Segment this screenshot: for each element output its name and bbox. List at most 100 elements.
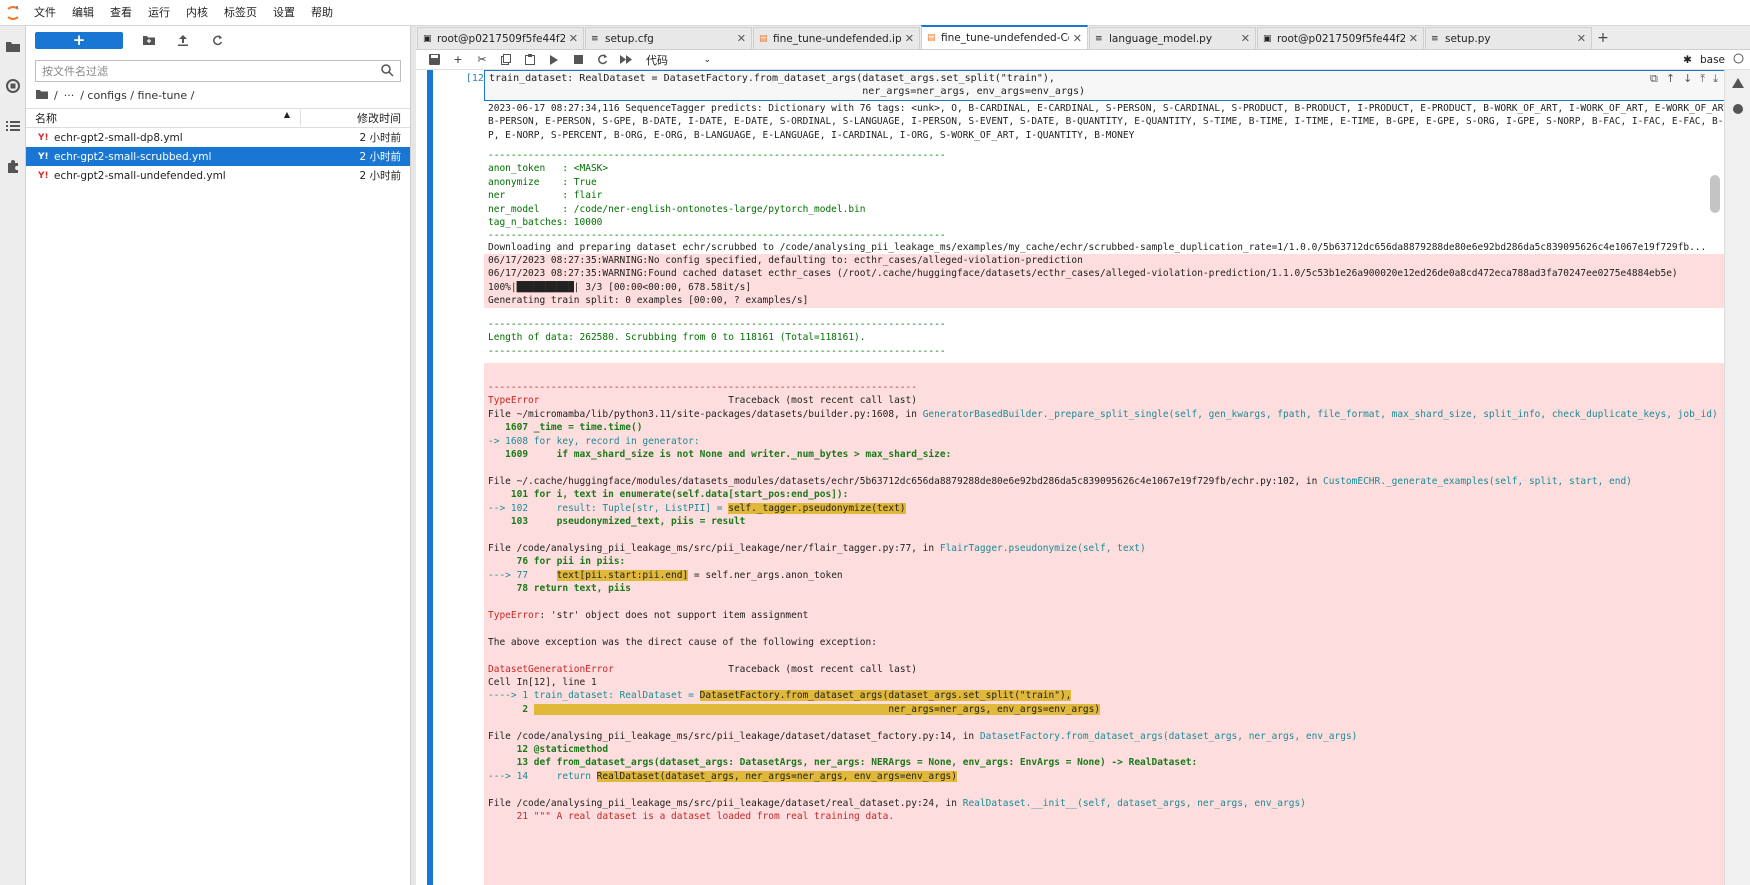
right-sidebar <box>1724 70 1750 885</box>
file-name: echr-gpt2-small-undefended.yml <box>54 169 226 182</box>
sort-by-modified[interactable]: 修改时间 <box>301 110 410 126</box>
menu-settings[interactable]: 设置 <box>265 0 303 26</box>
duplicate-cell-icon[interactable]: ⧉ <box>1650 72 1658 86</box>
close-icon[interactable]: ✕ <box>737 32 746 45</box>
menu-view[interactable]: 查看 <box>102 0 140 26</box>
tab-terminal-1[interactable]: ▣ root@p0217509f5fe44f2ab2l ✕ <box>417 27 584 49</box>
upload-icon[interactable] <box>169 30 197 50</box>
output-stderr: 06/17/2023 08:27:35:WARNING:No config sp… <box>484 254 1746 308</box>
close-icon[interactable]: ✕ <box>1409 32 1418 45</box>
cell-type-value: 代码 <box>646 53 668 67</box>
file-name: echr-gpt2-small-scrubbed.yml <box>54 150 212 163</box>
menu-file[interactable]: 文件 <box>26 0 64 26</box>
menu-help[interactable]: 帮助 <box>303 0 341 26</box>
output-traceback: ----------------------------------------… <box>484 363 1746 885</box>
refresh-icon[interactable] <box>203 30 231 50</box>
search-icon <box>381 64 394 80</box>
bug-icon[interactable]: ✱ <box>1683 54 1692 66</box>
breadcrumb-path[interactable]: / configs / fine-tune / <box>80 89 194 102</box>
file-row-selected[interactable]: Y! echr-gpt2-small-scrubbed.yml 2 小时前 <box>26 147 410 166</box>
tab-notebook-undefended[interactable]: ▤ fine_tune-undefended.ipynb ✕ <box>753 27 920 49</box>
sort-up-icon: ▲ <box>283 110 290 119</box>
running-icon[interactable] <box>0 66 26 106</box>
run-icon[interactable] <box>542 54 566 65</box>
debugger-icon[interactable] <box>1725 96 1750 122</box>
jupyter-logo-icon <box>0 0 26 26</box>
file-browser: + 按文件名过滤 / ··· / configs / fine-tune / 名… <box>26 26 411 885</box>
file-modified: 2 小时前 <box>359 151 401 163</box>
close-icon[interactable]: ✕ <box>569 32 578 45</box>
code-cell-editor[interactable]: train_dataset: RealDataset = DatasetFact… <box>484 70 1746 101</box>
close-icon[interactable]: ✕ <box>1073 32 1082 45</box>
active-cell-indicator[interactable] <box>427 70 433 885</box>
tab-setup-cfg[interactable]: ≡ setup.cfg ✕ <box>585 27 752 49</box>
code-line: ner_args=ner_args, env_args=env_args) <box>489 86 1086 97</box>
file-row[interactable]: Y! echr-gpt2-small-undefended.yml 2 小时前 <box>26 166 410 185</box>
home-folder-icon[interactable] <box>36 89 48 102</box>
code-line: train_dataset: RealDataset = DatasetFact… <box>489 73 1055 84</box>
output-length: ----------------------------------------… <box>488 319 946 357</box>
chevron-down-icon: ⌄ <box>703 54 711 65</box>
kernel-idle-icon <box>1733 53 1744 67</box>
save-icon[interactable] <box>422 54 446 65</box>
close-icon[interactable]: ✕ <box>905 32 914 45</box>
file-icon: ≡ <box>1431 33 1439 44</box>
fast-forward-icon[interactable] <box>614 55 638 64</box>
insert-cell-icon[interactable]: + <box>446 53 470 66</box>
tab-notebook-copy[interactable]: ▤ fine_tune-undefended-Copy ✕ <box>921 25 1088 49</box>
sort-by-name[interactable]: 名称 ▲ <box>26 110 301 126</box>
add-tab-icon[interactable]: + <box>1592 27 1614 49</box>
file-name: echr-gpt2-small-dp8.yml <box>54 131 183 144</box>
file-modified: 2 小时前 <box>359 170 401 182</box>
output-downloading: Downloading and preparing dataset echr/s… <box>488 242 1707 253</box>
insert-above-icon[interactable]: ⤒ <box>1700 72 1705 86</box>
property-inspector-icon[interactable] <box>1725 70 1750 96</box>
cell-type-select[interactable]: 代码 ⌄ <box>646 52 711 68</box>
new-folder-icon[interactable] <box>135 30 163 50</box>
close-icon[interactable]: ✕ <box>1241 32 1250 45</box>
menu-edit[interactable]: 编辑 <box>64 0 102 26</box>
move-down-icon[interactable]: ↓ <box>1683 72 1692 86</box>
menu-tabs[interactable]: 标签页 <box>216 0 265 26</box>
notebook-body: [12]: train_dataset: RealDataset = Datas… <box>416 70 1750 885</box>
file-list-header: 名称 ▲ 修改时间 <box>26 108 410 128</box>
filter-placeholder: 按文件名过滤 <box>42 65 108 78</box>
toc-icon[interactable] <box>0 106 26 146</box>
yaml-file-icon: Y! <box>38 132 49 143</box>
output-tagger: 2023-06-17 08:27:34,116 SequenceTagger p… <box>488 103 1741 141</box>
move-up-icon[interactable]: ↑ <box>1666 72 1675 86</box>
column-name-label: 名称 <box>35 112 57 125</box>
file-icon: ≡ <box>1095 33 1103 44</box>
activity-bar <box>0 26 26 885</box>
file-icon: ≡ <box>591 33 599 44</box>
copy-icon[interactable] <box>494 54 518 65</box>
breadcrumb: / ··· / configs / fine-tune / <box>26 82 410 108</box>
close-icon[interactable]: ✕ <box>1577 32 1586 45</box>
notebook-scrollbar[interactable] <box>1710 175 1720 213</box>
restart-icon[interactable] <box>590 54 614 65</box>
yaml-file-icon: Y! <box>38 170 49 181</box>
insert-below-icon[interactable]: ⤓ <box>1713 72 1718 86</box>
tab-setup-py[interactable]: ≡ setup.py ✕ <box>1425 27 1592 49</box>
file-row[interactable]: Y! echr-gpt2-small-dp8.yml 2 小时前 <box>26 128 410 147</box>
folder-icon[interactable] <box>0 26 26 66</box>
cut-icon[interactable]: ✂ <box>470 53 494 66</box>
new-launcher-button[interactable]: + <box>35 31 123 49</box>
extension-icon[interactable] <box>0 146 26 186</box>
notebook-toolbar: + ✂ 代码 ⌄ ✱ base <box>416 50 1750 70</box>
document-tab-bar: ▣ root@p0217509f5fe44f2ab2l ✕ ≡ setup.cf… <box>416 25 1750 50</box>
notebook-icon: ▤ <box>759 33 768 44</box>
tab-language-model[interactable]: ≡ language_model.py ✕ <box>1089 27 1256 49</box>
menu-run[interactable]: 运行 <box>140 0 178 26</box>
menu-kernel[interactable]: 内核 <box>178 0 216 26</box>
paste-icon[interactable] <box>518 54 542 65</box>
stop-icon[interactable] <box>566 55 590 64</box>
terminal-icon: ▣ <box>1263 33 1272 44</box>
kernel-status[interactable]: ✱ base <box>1683 53 1744 67</box>
file-modified: 2 小时前 <box>359 132 401 144</box>
tab-terminal-2[interactable]: ▣ root@p0217509f5fe44f2ab2l ✕ <box>1257 27 1424 49</box>
breadcrumb-root[interactable]: / <box>54 89 58 102</box>
breadcrumb-ellipsis[interactable]: ··· <box>64 89 75 102</box>
terminal-icon: ▣ <box>423 33 432 44</box>
filter-input[interactable]: 按文件名过滤 <box>35 60 401 82</box>
